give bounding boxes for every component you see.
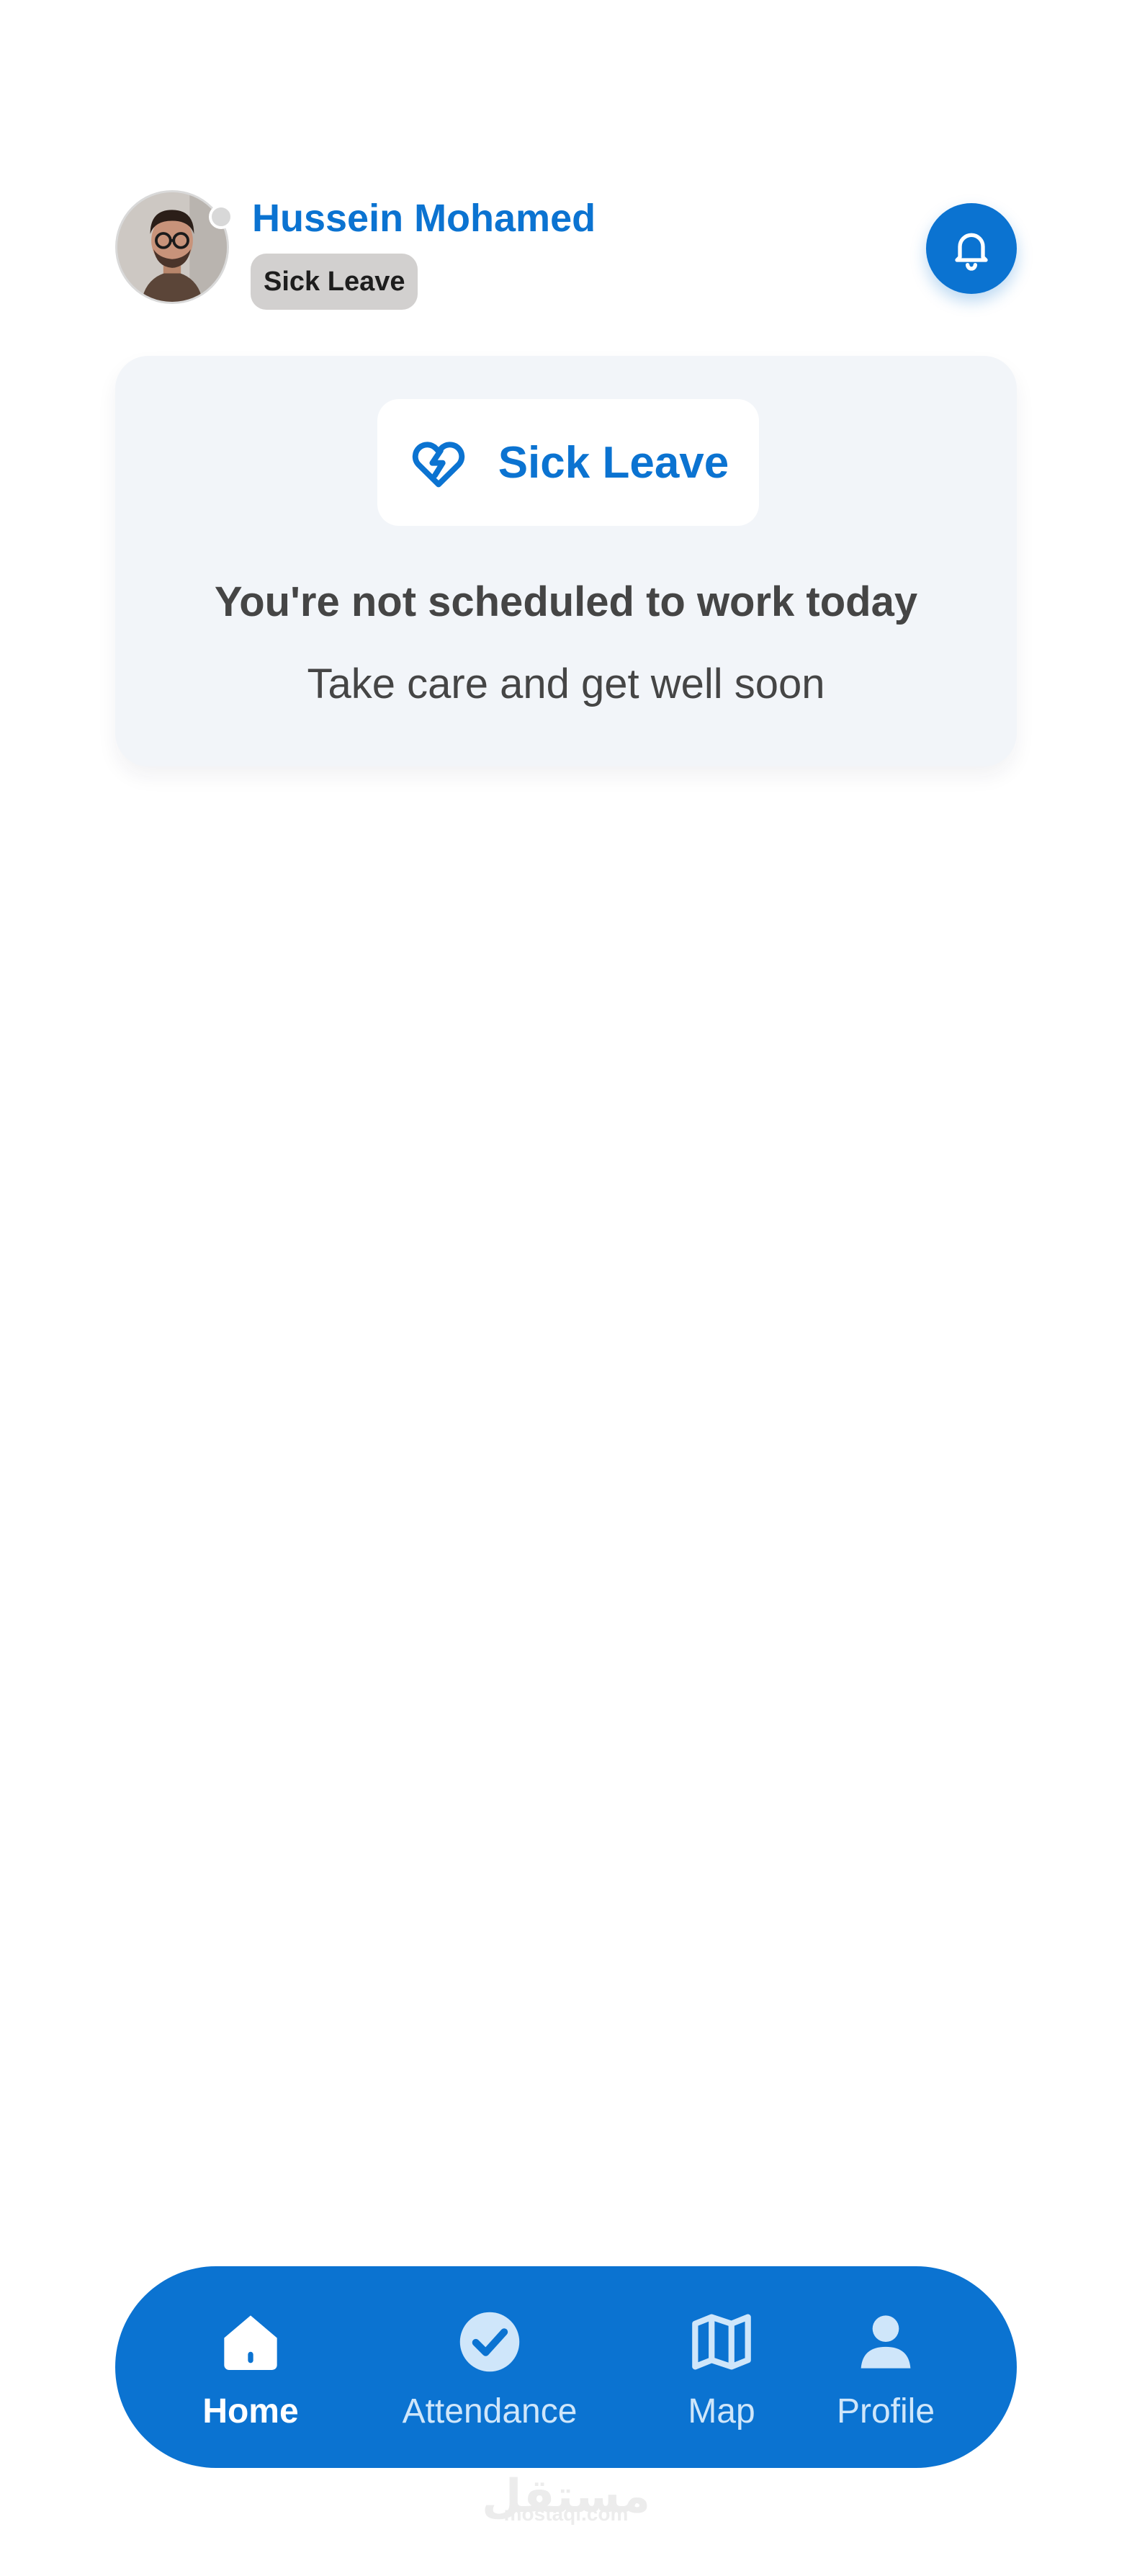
check-circle-icon — [450, 2302, 529, 2382]
nav-label-home: Home — [202, 2392, 299, 2430]
status-card: Sick Leave You're not scheduled to work … — [115, 356, 1017, 766]
leave-type-pill: Sick Leave — [377, 399, 759, 526]
card-subtitle: Take care and get well soon — [307, 661, 825, 707]
nav-label-attendance: Attendance — [402, 2392, 578, 2430]
nav-item-attendance[interactable]: Attendance — [382, 2302, 598, 2439]
presence-indicator — [209, 205, 233, 229]
notifications-button[interactable] — [926, 203, 1017, 294]
nav-item-home[interactable]: Home — [186, 2302, 315, 2439]
bell-icon — [955, 233, 988, 271]
user-name: Hussein Mohamed — [252, 197, 596, 240]
bottom-navigation: Home Attendance Map Profile — [115, 2266, 1017, 2468]
map-icon — [682, 2302, 761, 2382]
broken-heart-icon — [412, 442, 464, 488]
nav-label-profile: Profile — [836, 2392, 935, 2430]
leave-type-label: Sick Leave — [498, 437, 729, 488]
home-icon — [211, 2302, 290, 2382]
card-title: You're not scheduled to work today — [214, 578, 918, 625]
avatar-photo — [117, 192, 227, 302]
user-icon — [846, 2302, 925, 2382]
header: Hussein Mohamed Sick Leave — [115, 190, 1017, 310]
status-badge: Sick Leave — [251, 254, 418, 310]
watermark-url: mostaql.com — [503, 2503, 629, 2525]
nav-item-map[interactable]: Map — [657, 2302, 786, 2439]
nav-item-profile[interactable]: Profile — [814, 2302, 958, 2439]
nav-label-map: Map — [688, 2392, 755, 2430]
